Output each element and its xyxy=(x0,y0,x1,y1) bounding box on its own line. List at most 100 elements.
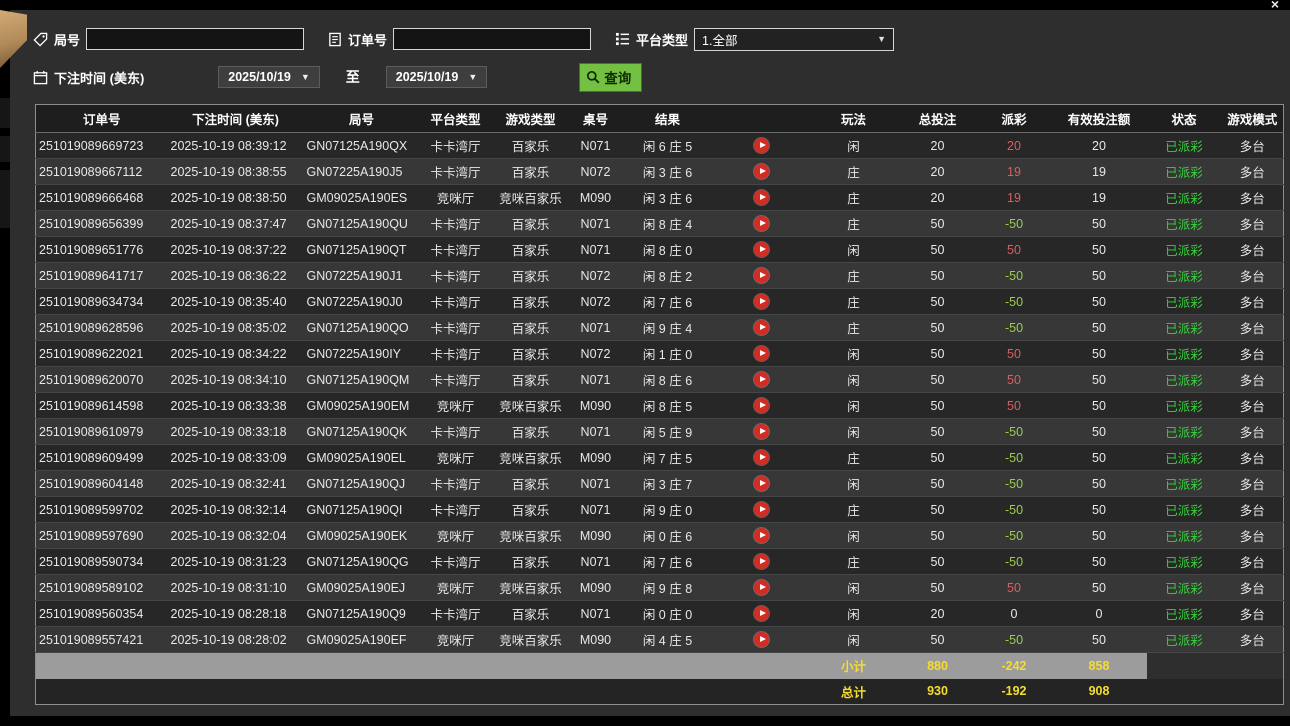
order-id-cell: 251019089604148 xyxy=(36,471,168,497)
replay-cell xyxy=(714,471,809,497)
play-icon[interactable] xyxy=(754,450,769,465)
subtotal-spacer xyxy=(36,653,809,679)
total-payout: -192 xyxy=(977,679,1052,705)
order-id-cell: 251019089614598 xyxy=(36,393,168,419)
bet-time-filter-group: 下注时间 (美东) xyxy=(33,68,144,87)
platform-cell: 卡卡湾厅 xyxy=(420,263,492,289)
total-bet-cell: 50 xyxy=(899,445,977,471)
play-icon[interactable] xyxy=(754,346,769,361)
order-input[interactable] xyxy=(393,28,591,50)
status-cell: 已派彩 xyxy=(1147,575,1222,601)
play-icon[interactable] xyxy=(754,606,769,621)
order-id-cell: 251019089610979 xyxy=(36,419,168,445)
document-icon xyxy=(328,32,342,47)
bet-time-cell: 2025-10-19 08:28:02 xyxy=(168,627,304,653)
total-bet-cell: 50 xyxy=(899,497,977,523)
play-icon[interactable] xyxy=(754,268,769,283)
platform-cell: 卡卡湾厅 xyxy=(420,601,492,627)
payout-cell: 50 xyxy=(977,393,1052,419)
play-icon[interactable] xyxy=(754,138,769,153)
play-icon[interactable] xyxy=(754,372,769,387)
replay-cell xyxy=(714,341,809,367)
payout-cell: -50 xyxy=(977,549,1052,575)
status-cell: 已派彩 xyxy=(1147,471,1222,497)
replay-cell xyxy=(714,159,809,185)
game-type-cell: 百家乐 xyxy=(492,471,570,497)
order-id-cell: 251019089620070 xyxy=(36,367,168,393)
mode-cell: 多台 xyxy=(1222,549,1284,575)
total-dark-spacer xyxy=(1147,679,1284,705)
date-to-dropdown[interactable]: 2025/10/19 ▼ xyxy=(386,66,487,88)
bet-time-cell: 2025-10-19 08:34:22 xyxy=(168,341,304,367)
table-no-cell: N071 xyxy=(570,315,622,341)
platform-cell: 竞咪厅 xyxy=(420,575,492,601)
query-button-label: 查询 xyxy=(604,67,631,87)
calendar-icon xyxy=(33,70,48,85)
play-icon[interactable] xyxy=(754,580,769,595)
status-cell: 已派彩 xyxy=(1147,159,1222,185)
total-bet-cell: 50 xyxy=(899,549,977,575)
bet-time-label: 下注时间 (美东) xyxy=(54,68,144,87)
left-edge-segment xyxy=(0,170,10,228)
list-icon xyxy=(615,32,630,46)
payout-cell: -50 xyxy=(977,523,1052,549)
payout-cell: 19 xyxy=(977,185,1052,211)
round-id-cell: GM09025A190EL xyxy=(304,445,420,471)
table-row: 2510190895976902025-10-19 08:32:04GM0902… xyxy=(36,523,1284,549)
platform-cell: 卡卡湾厅 xyxy=(420,133,492,159)
round-id-cell: GN07125A190Q9 xyxy=(304,601,420,627)
play-icon[interactable] xyxy=(754,164,769,179)
play-icon[interactable] xyxy=(754,398,769,413)
game-type-cell: 百家乐 xyxy=(492,549,570,575)
table-no-cell: M090 xyxy=(570,523,622,549)
play-icon[interactable] xyxy=(754,424,769,439)
platform-select[interactable]: 1.全部 ▼ xyxy=(694,28,894,51)
left-edge-strip xyxy=(0,0,10,726)
game-type-cell: 竞咪百家乐 xyxy=(492,575,570,601)
valid-bet-cell: 50 xyxy=(1052,471,1147,497)
replay-cell xyxy=(714,393,809,419)
play-icon[interactable] xyxy=(754,502,769,517)
play-icon[interactable] xyxy=(754,242,769,257)
play-icon[interactable] xyxy=(754,554,769,569)
mode-cell: 多台 xyxy=(1222,185,1284,211)
total-bet-cell: 20 xyxy=(899,185,977,211)
status-cell: 已派彩 xyxy=(1147,523,1222,549)
play-icon[interactable] xyxy=(754,216,769,231)
table-row: 2510190895997022025-10-19 08:32:14GN0712… xyxy=(36,497,1284,523)
round-input[interactable] xyxy=(86,28,304,50)
result-cell: 闲 3 庄 6 xyxy=(622,159,714,185)
play-cell: 闲 xyxy=(809,627,899,653)
game-type-cell: 百家乐 xyxy=(492,419,570,445)
play-icon[interactable] xyxy=(754,632,769,647)
status-cell: 已派彩 xyxy=(1147,549,1222,575)
valid-bet-cell: 50 xyxy=(1052,341,1147,367)
result-cell: 闲 8 庄 6 xyxy=(622,367,714,393)
replay-cell xyxy=(714,367,809,393)
platform-selected-value: 1.全部 xyxy=(702,30,737,49)
query-button[interactable]: 查询 xyxy=(579,63,642,92)
filter-bar: 局号 订单号 平台类型 1.全部 xyxy=(10,10,1290,91)
date-from-dropdown[interactable]: 2025/10/19 ▼ xyxy=(218,66,319,88)
bet-time-cell: 2025-10-19 08:36:22 xyxy=(168,263,304,289)
tag-icon xyxy=(33,32,48,47)
left-edge-segment xyxy=(0,98,10,128)
play-icon[interactable] xyxy=(754,294,769,309)
filter-row-2: 下注时间 (美东) 2025/10/19 ▼ 至 2025/10/19 ▼ 查询 xyxy=(33,63,1276,91)
valid-bet-cell: 20 xyxy=(1052,133,1147,159)
play-icon[interactable] xyxy=(754,528,769,543)
bet-time-cell: 2025-10-19 08:33:18 xyxy=(168,419,304,445)
close-icon[interactable]: × xyxy=(1271,0,1279,11)
valid-bet-cell: 50 xyxy=(1052,289,1147,315)
play-icon[interactable] xyxy=(754,320,769,335)
play-icon[interactable] xyxy=(754,476,769,491)
play-icon[interactable] xyxy=(754,190,769,205)
bet-time-cell: 2025-10-19 08:32:41 xyxy=(168,471,304,497)
replay-cell xyxy=(714,289,809,315)
play-cell: 闲 xyxy=(809,575,899,601)
table-row: 2510190895574212025-10-19 08:28:02GM0902… xyxy=(36,627,1284,653)
table-row: 2510190896517762025-10-19 08:37:22GN0712… xyxy=(36,237,1284,263)
bet-time-cell: 2025-10-19 08:33:09 xyxy=(168,445,304,471)
table-body: 2510190896697232025-10-19 08:39:12GN0712… xyxy=(36,133,1284,653)
play-cell: 庄 xyxy=(809,159,899,185)
